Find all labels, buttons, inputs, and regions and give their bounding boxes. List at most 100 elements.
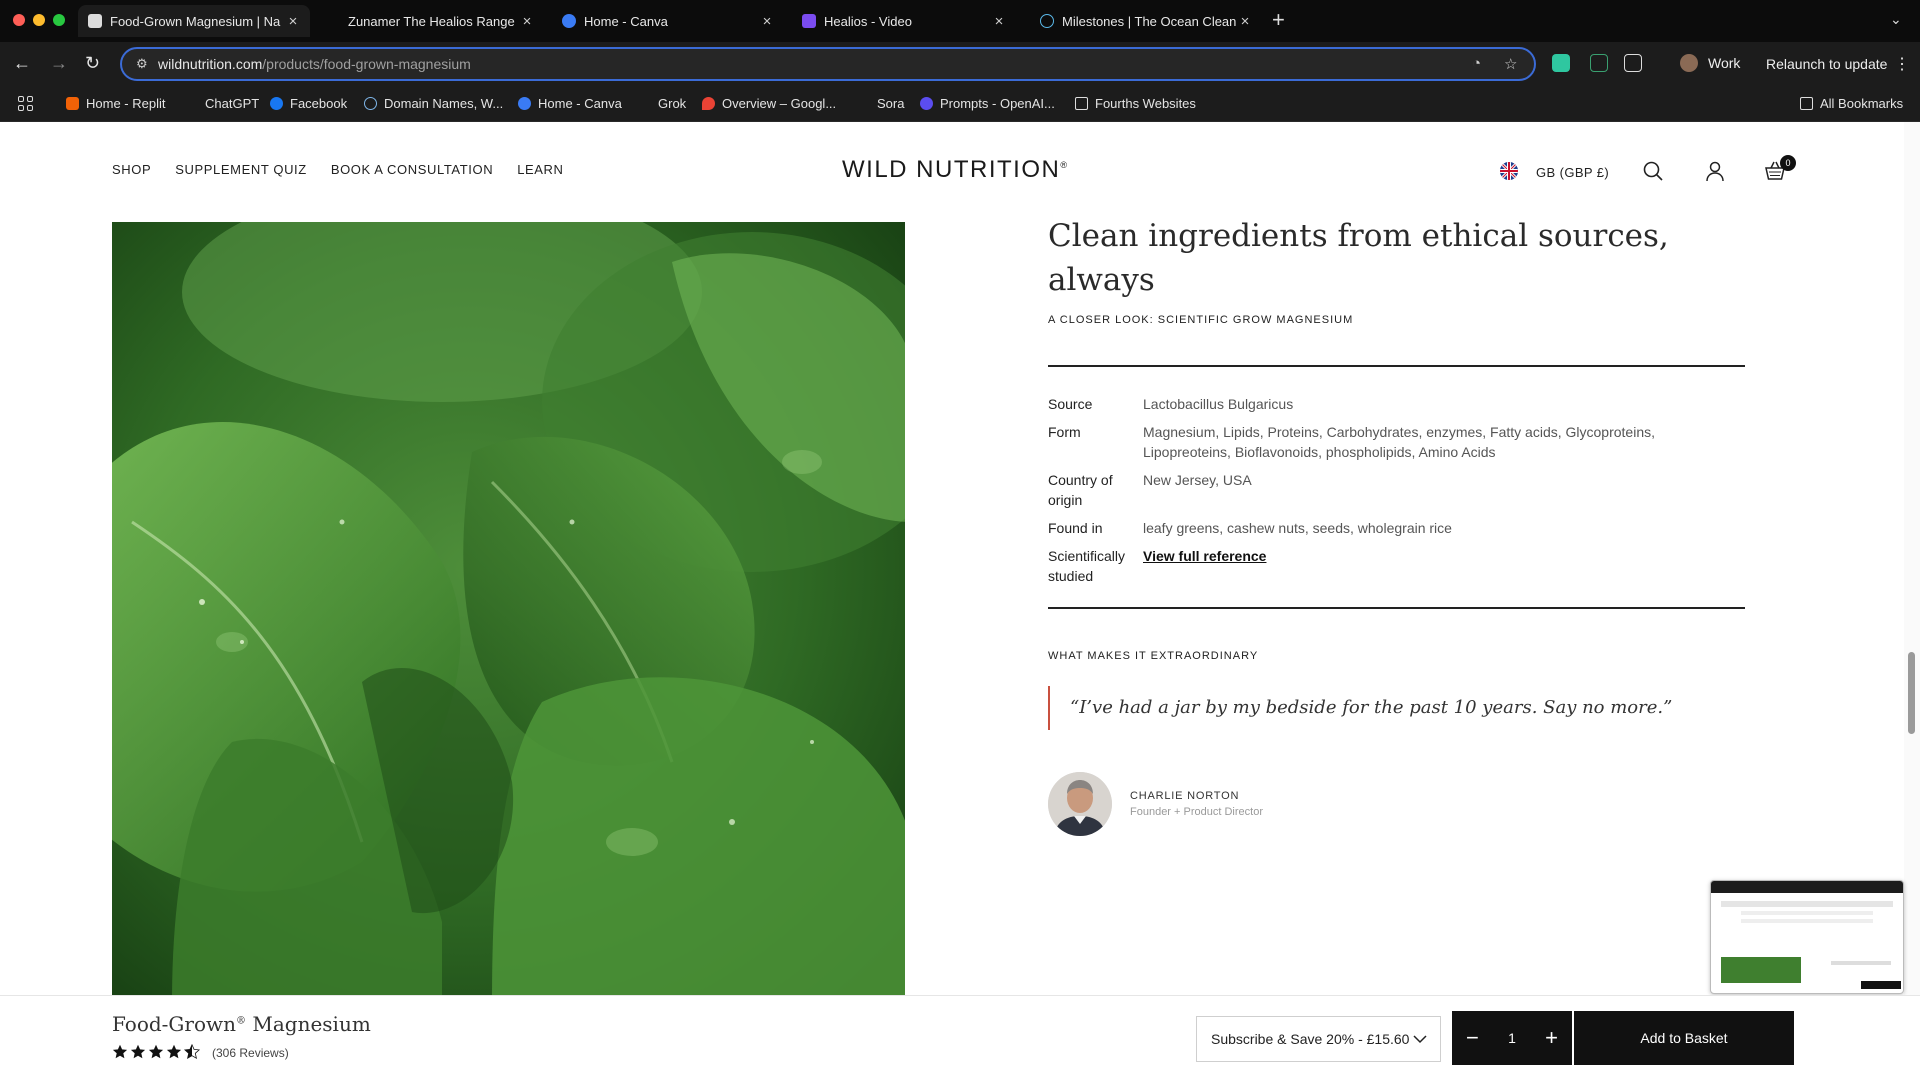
close-tab-icon[interactable]: × [1236,13,1254,30]
tab-title: Home - Canva [584,13,668,29]
close-tab-icon[interactable]: × [284,13,302,30]
reload-icon[interactable]: ↻ [85,53,100,73]
browser-tab-3[interactable]: Home - Canva × [552,5,784,37]
bookmark-item[interactable]: ChatGPT [185,96,259,111]
view-full-reference-link[interactable]: View full reference [1143,548,1266,564]
add-to-basket-button[interactable]: Add to Basket [1574,1011,1794,1065]
back-arrow-icon[interactable]: ← [13,53,31,73]
bookmark-star-icon[interactable]: ☆ [1504,55,1517,73]
folder-icon [1075,97,1088,110]
nav-supplement-quiz[interactable]: SUPPLEMENT QUIZ [175,162,307,177]
page-scrollbar[interactable] [1904,122,1920,995]
spec-value: leafy greens, cashew nuts, seeds, wholeg… [1143,520,1452,536]
preview-image [1721,957,1801,983]
browser-tab-5[interactable]: Milestones | The Ocean Clean × [1030,5,1262,37]
bookmark-label: Domain Names, W... [384,96,504,111]
canva-favicon-icon [562,14,576,28]
folder-icon [1800,97,1813,110]
author-avatar [1048,772,1112,836]
product-title: Food-Grown® Magnesium [112,1012,371,1036]
nav-book-consultation[interactable]: BOOK A CONSULTATION [331,162,493,177]
review-count-link[interactable]: (306 Reviews) [212,1046,289,1060]
leafy-greens-image [112,222,905,995]
apps-grid-icon[interactable] [18,96,33,111]
window-zoom-control[interactable] [53,14,65,26]
spec-row-found-in: Found in leafy greens, cashew nuts, seed… [1048,518,1745,538]
url-text: wildnutrition.com/products/food-grown-ma… [158,56,471,72]
spec-value: Lactobacillus Bulgaricus [1143,396,1294,412]
replit-icon [66,97,79,110]
browser-tab-1[interactable]: Food-Grown Magnesium | Na × [78,5,310,37]
extensions-puzzle-icon[interactable] [1624,54,1642,72]
nav-learn[interactable]: LEARN [517,162,563,177]
video-favicon-icon [802,14,816,28]
canva-icon [518,97,531,110]
section-heading: Clean ingredients from ethical sources, … [1048,218,1669,298]
extension-icon[interactable] [1552,54,1570,72]
all-bookmarks-folder[interactable]: All Bookmarks [1800,96,1903,111]
preview-line [1721,901,1893,907]
url-path: /products/food-grown-magnesium [262,56,471,72]
domain-icon [364,97,377,110]
bookmark-label: Overview – Googl... [722,96,837,111]
divider [1048,607,1745,609]
product-name: Food-Grown [112,1012,237,1036]
preview-chrome [1711,881,1903,893]
bookmark-folder[interactable]: Fourths Websites [1075,96,1196,111]
bookmark-item[interactable]: Grok [638,96,686,111]
browser-tab-bar: Food-Grown Magnesium | Na × Zunamer The … [0,0,1920,42]
account-icon[interactable] [1704,160,1726,182]
site-settings-icon[interactable]: ⚙ [136,56,148,72]
browser-toolbar: ← → ↻ ⚙ wildnutrition.com/products/food-… [0,42,1920,86]
subscription-select[interactable]: Subscribe & Save 20% - £15.60 [1196,1016,1441,1062]
tab-title: Zunamer The Healios Range [348,13,515,29]
close-tab-icon[interactable]: × [990,13,1008,30]
brand-name: WILD NUTRITION [842,156,1061,183]
browser-tab-2[interactable]: Zunamer The Healios Range × [320,5,544,37]
close-tab-icon[interactable]: × [518,13,536,30]
extension-icon[interactable] [1590,54,1608,72]
bookmark-item[interactable]: Home - Replit [66,96,165,111]
bookmark-item[interactable]: Prompts - OpenAI... [920,96,1055,111]
spec-label: Found in [1048,520,1103,536]
quantity-stepper: − 1 + [1452,1011,1572,1065]
preview-button [1861,981,1901,989]
forward-arrow-icon[interactable]: → [50,53,68,73]
browser-menu-icon[interactable]: ⋮ [1894,54,1910,74]
spec-label: Source [1048,396,1093,412]
closer-look-label: A CLOSER LOOK: SCIENTIFIC GROW MAGNESIUM [1048,314,1354,326]
maps-pin-icon [702,97,715,110]
window-close-control[interactable] [13,14,25,26]
currency-selector[interactable]: GB (GBP £) [1536,165,1609,180]
bookmarks-bar: Home - Replit ChatGPT Facebook Domain Na… [0,86,1920,122]
bookmark-item[interactable]: Sora [857,96,904,111]
spec-row-country: Country of origin New Jersey, USA [1048,470,1745,510]
decrease-quantity-button[interactable]: − [1466,1027,1479,1049]
brand-logo[interactable]: WILD NUTRITION® [842,156,1068,184]
bookmark-item[interactable]: Facebook [270,96,347,111]
relaunch-button[interactable]: Relaunch to update [1766,56,1887,72]
performance-icon[interactable]: ◔ [1472,55,1481,72]
spec-label: Scientifically studied [1048,548,1126,584]
bookmark-item[interactable]: Domain Names, W... [364,96,503,111]
bookmark-label: Grok [658,96,687,111]
bookmark-item[interactable]: Overview – Googl... [702,96,836,111]
search-icon[interactable] [1642,160,1664,182]
new-tab-button[interactable]: + [1272,9,1285,31]
close-tab-icon[interactable]: × [758,13,776,30]
url-host: wildnutrition.com [158,56,263,72]
tab-search-chevron-icon[interactable]: ⌄ [1890,11,1902,28]
browser-tab-4[interactable]: Healios - Video × [792,5,1016,37]
window-minimize-control[interactable] [33,14,45,26]
increase-quantity-button[interactable]: + [1545,1027,1558,1049]
address-bar[interactable]: ⚙ wildnutrition.com/products/food-grown-… [120,47,1536,81]
sora-icon [857,97,870,110]
nav-shop[interactable]: SHOP [112,162,151,177]
scrollbar-thumb[interactable] [1908,652,1915,734]
bookmark-item[interactable]: Home - Canva [518,96,622,111]
spec-label: Form [1048,424,1081,440]
profile-button[interactable]: Work [1680,54,1740,72]
uk-flag-icon[interactable] [1500,162,1518,180]
screenshot-preview-thumbnail[interactable] [1710,880,1904,994]
ingredients-section: Clean ingredients from ethical sources, … [1048,214,1745,836]
